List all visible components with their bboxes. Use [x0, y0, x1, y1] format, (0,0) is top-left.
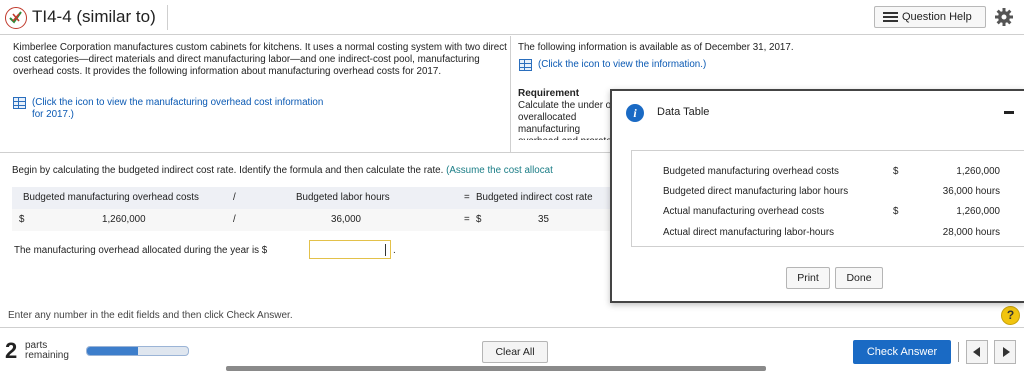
allocated-overhead-input[interactable] — [309, 240, 391, 259]
instruction-main: Begin by calculating the budgeted indire… — [12, 165, 444, 176]
requirement-text: Calculate the under or overallocated man… — [518, 100, 614, 140]
row-currency: $ — [893, 166, 899, 177]
overhead-info-link[interactable]: (Click the icon to view the manufacturin… — [32, 97, 332, 121]
table-row: Budgeted manufacturing overhead costs $ … — [632, 162, 1024, 182]
parts-progress-bar — [86, 346, 189, 356]
formula-header-row: Budgeted manufacturing overhead costs / … — [12, 187, 610, 209]
done-button[interactable]: Done — [835, 267, 883, 289]
labor-hours-value[interactable]: 36,000 — [331, 214, 361, 225]
parts-count: 2 — [5, 338, 18, 363]
row-amount: 1,260,000 — [956, 206, 1000, 217]
rate-value[interactable]: 35 — [538, 214, 549, 225]
minimize-icon[interactable] — [1004, 111, 1014, 114]
available-info-text: The following information is available a… — [518, 42, 794, 53]
progress-fill — [87, 347, 138, 355]
nav-divider — [958, 342, 959, 362]
horizontal-scrollbar[interactable] — [226, 366, 766, 371]
table-row: Actual manufacturing overhead costs $ 1,… — [632, 202, 1024, 222]
info-icon: i — [626, 104, 644, 122]
instruction-text: Begin by calculating the budgeted indire… — [12, 165, 612, 176]
formula-header-rate: Budgeted indirect cost rate — [476, 192, 593, 203]
footer-instruction: Enter any number in the edit fields and … — [8, 310, 293, 321]
page-title: TI4-4 (similar to) — [32, 7, 156, 26]
row-label: Budgeted direct manufacturing labor hour… — [663, 186, 849, 197]
currency-symbol: $ — [476, 214, 482, 225]
divide-operator: / — [233, 214, 236, 225]
previous-question-button[interactable] — [966, 340, 988, 364]
parts-label-bottom: remaining — [25, 350, 69, 361]
data-table-dialog: i Data Table Budgeted manufacturing over… — [610, 89, 1024, 303]
menu-lines-icon — [883, 12, 898, 23]
table-row: Budgeted direct manufacturing labor hour… — [632, 182, 1024, 202]
column-divider — [510, 36, 511, 152]
dialog-header: i Data Table — [612, 91, 1024, 135]
requirement-title: Requirement — [518, 88, 580, 99]
text-caret — [385, 244, 386, 256]
currency-symbol: $ — [19, 214, 25, 225]
title-divider — [167, 5, 168, 30]
dialog-title: Data Table — [657, 106, 710, 118]
header-bar: TI4-4 (similar to) Question Help — [0, 0, 1024, 35]
allocated-suffix: . — [393, 245, 396, 256]
equals-operator: = — [464, 214, 470, 225]
parts-label: parts remaining — [25, 341, 69, 361]
row-label: Actual manufacturing overhead costs — [663, 206, 825, 217]
instruction-note: (Assume the cost allocat — [446, 165, 553, 176]
row-amount: 1,260,000 — [956, 166, 1000, 177]
formula-header-divide: / — [233, 192, 236, 203]
next-question-button[interactable] — [994, 340, 1016, 364]
incorrect-status-icon — [5, 7, 27, 29]
print-button[interactable]: Print — [786, 267, 830, 289]
triangle-left-icon — [973, 347, 980, 357]
question-help-button[interactable]: Question Help — [874, 6, 986, 28]
table-icon[interactable] — [13, 97, 26, 109]
row-amount: 28,000 hours — [942, 227, 1000, 238]
row-currency: $ — [893, 206, 899, 217]
allocated-label: The manufacturing overhead allocated dur… — [14, 245, 268, 256]
problem-intro: Kimberlee Corporation manufactures custo… — [13, 42, 507, 77]
overhead-value[interactable]: 1,260,000 — [102, 214, 146, 225]
formula-header-overhead: Budgeted manufacturing overhead costs — [23, 192, 199, 203]
formula-header-equals: = — [464, 192, 470, 203]
gear-icon[interactable] — [992, 5, 1016, 29]
formula-header-labor-hours: Budgeted labor hours — [296, 192, 390, 203]
bottom-bar: 2 parts remaining Clear All Check Answer — [0, 327, 1024, 371]
available-info-link[interactable]: (Click the icon to view the information.… — [538, 59, 706, 71]
table-icon[interactable] — [519, 59, 532, 71]
data-table: Budgeted manufacturing overhead costs $ … — [631, 150, 1024, 247]
help-icon[interactable]: ? — [1001, 306, 1020, 325]
formula-value-row: $ 1,260,000 / 36,000 = $ 35 — [12, 209, 610, 231]
check-answer-button[interactable]: Check Answer — [853, 340, 951, 364]
row-label: Actual direct manufacturing labor-hours — [663, 227, 834, 238]
row-label: Budgeted manufacturing overhead costs — [663, 166, 839, 177]
question-help-label: Question Help — [902, 11, 972, 23]
formula-table: Budgeted manufacturing overhead costs / … — [12, 185, 610, 231]
section-divider — [0, 152, 612, 153]
row-amount: 36,000 hours — [942, 186, 1000, 197]
clear-all-button[interactable]: Clear All — [482, 341, 548, 363]
table-row: Actual direct manufacturing labor-hours … — [632, 223, 1024, 243]
triangle-right-icon — [1003, 347, 1010, 357]
